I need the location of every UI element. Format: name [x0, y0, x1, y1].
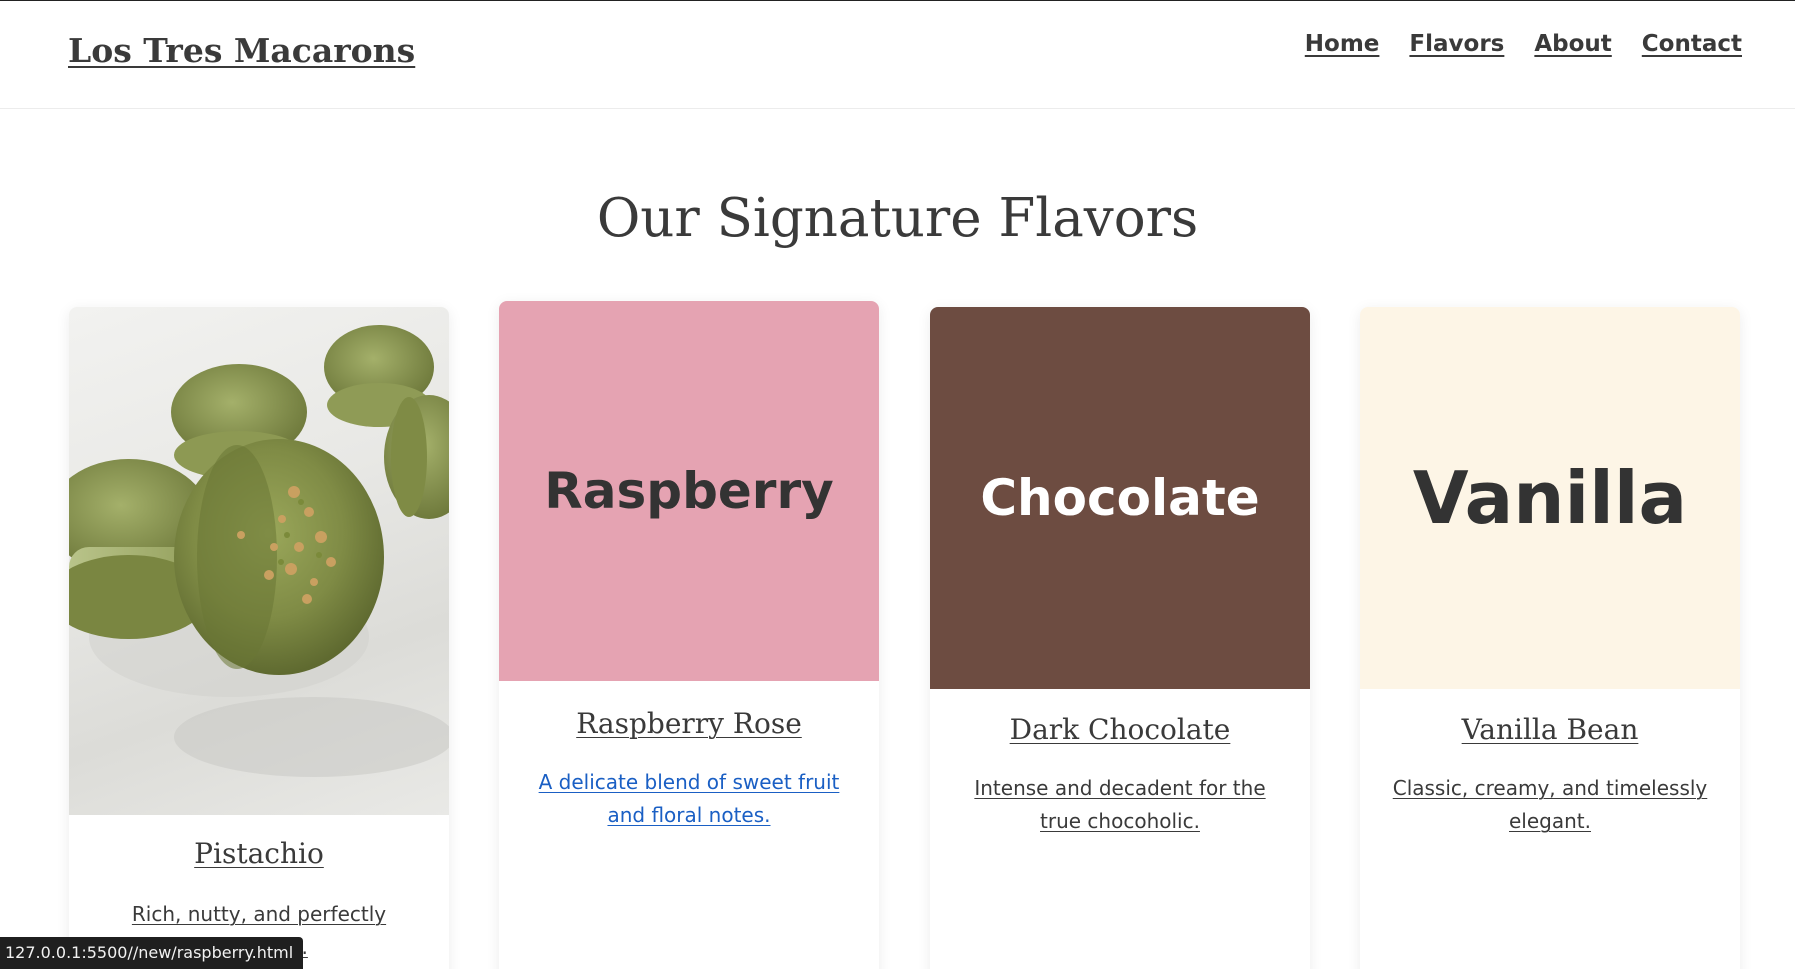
flavor-name-link[interactable]: Raspberry Rose — [499, 707, 879, 740]
flavor-card-raspberry[interactable]: Raspberry Raspberry Rose A delicate blen… — [499, 301, 879, 969]
flavor-description-link[interactable]: Classic, creamy, and timelessly elegant. — [1360, 772, 1740, 838]
flavor-description-link[interactable]: A delicate blend of sweet fruit and flor… — [499, 766, 879, 832]
flavor-description-link[interactable]: Intense and decadent for the true chocoh… — [930, 772, 1310, 838]
nav-home-link[interactable]: Home — [1305, 31, 1380, 57]
nav-flavors-link[interactable]: Flavors — [1409, 31, 1504, 57]
section-title: Our Signature Flavors — [596, 188, 1199, 249]
flavor-swatch: Vanilla — [1360, 307, 1740, 689]
site-header: Los Tres Macarons Home Flavors About Con… — [0, 1, 1795, 109]
browser-status-bar-url: 127.0.0.1:5500//new/raspberry.html — [0, 937, 304, 969]
nav-about-link[interactable]: About — [1534, 31, 1611, 57]
flavor-card-chocolate[interactable]: Chocolate Dark Chocolate Intense and dec… — [930, 307, 1310, 969]
nav-contact-link[interactable]: Contact — [1642, 31, 1742, 57]
flavor-name-link[interactable]: Dark Chocolate — [930, 713, 1310, 746]
flavor-swatch: Chocolate — [930, 307, 1310, 689]
flavor-swatch: Raspberry — [499, 301, 879, 681]
flavor-name-link[interactable]: Pistachio — [69, 837, 449, 870]
main-nav: Home Flavors About Contact — [1275, 31, 1742, 57]
site-logo-link[interactable]: Los Tres Macarons — [68, 31, 415, 70]
pistachio-macaron-photo — [69, 307, 449, 815]
flavor-name-link[interactable]: Vanilla Bean — [1360, 713, 1740, 746]
flavor-card-pistachio[interactable]: Pistachio Rich, nutty, and perfectly bal… — [69, 307, 449, 969]
flavor-card-vanilla[interactable]: Vanilla Vanilla Bean Classic, creamy, an… — [1360, 307, 1740, 969]
